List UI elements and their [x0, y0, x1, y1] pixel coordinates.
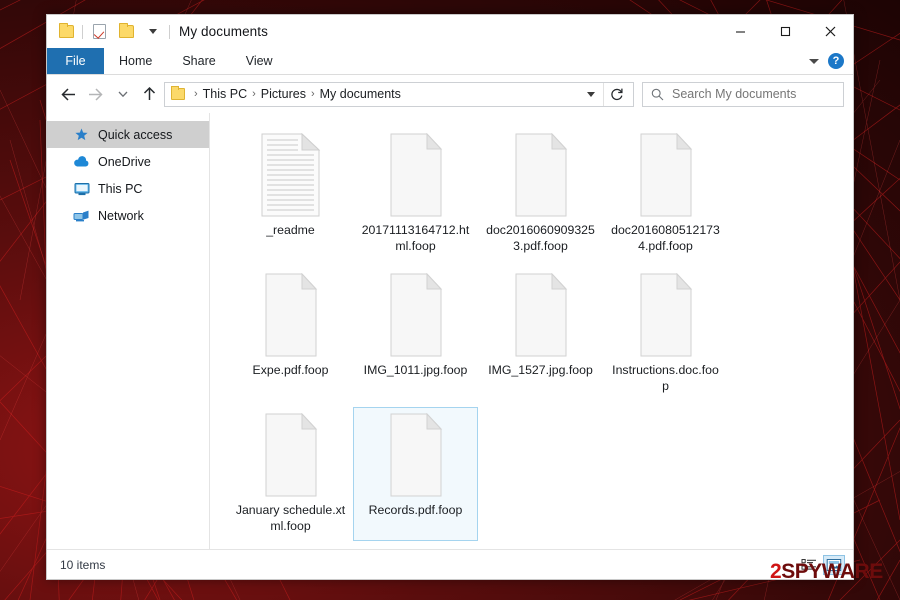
details-view-icon[interactable]: [798, 555, 820, 575]
folder-icon[interactable]: [115, 21, 137, 43]
breadcrumb-dropdown-button[interactable]: [580, 91, 602, 97]
monitor-icon: [73, 180, 90, 197]
search-input[interactable]: Search My documents: [672, 87, 796, 101]
file-explorer-window: My documents File Home Share View ? › Th…: [46, 14, 854, 580]
tab-file[interactable]: File: [47, 48, 104, 74]
file-name-label: Expe.pdf.foop: [252, 363, 329, 377]
blank-document-icon: [633, 272, 699, 357]
close-button[interactable]: [808, 15, 853, 48]
breadcrumb-separator: ›: [194, 88, 198, 100]
file-name-label: _readme: [266, 223, 315, 237]
file-item[interactable]: _readme: [228, 127, 353, 261]
file-item[interactable]: Expe.pdf.foop: [228, 267, 353, 401]
window-title: My documents: [179, 24, 268, 39]
breadcrumb-my-documents[interactable]: My documents: [320, 87, 401, 101]
blank-document-icon: [258, 412, 324, 497]
folder-icon: [171, 86, 185, 100]
recent-locations-chevron-icon[interactable]: [110, 82, 135, 107]
blank-document-icon: [508, 132, 574, 217]
cloud-icon: [73, 153, 90, 170]
blank-document-icon: [633, 132, 699, 217]
sidebar-item-onedrive[interactable]: OneDrive: [47, 148, 209, 175]
sidebar-item-label: This PC: [98, 181, 143, 196]
address-bar: › This PC › Pictures › My documents Sear…: [47, 75, 853, 113]
blank-document-icon: [508, 272, 574, 357]
sidebar-item-label: Quick access: [98, 127, 173, 142]
file-item[interactable]: 20171113164712.html.foop: [353, 127, 478, 261]
file-name-label: January schedule.xtml.foop: [235, 503, 346, 533]
file-item[interactable]: doc20160805121734.pdf.foop: [603, 127, 728, 261]
breadcrumb-separator: ›: [252, 88, 256, 100]
text-document-icon: [258, 132, 324, 217]
star-pin-icon: [73, 126, 90, 143]
chevron-down-icon: [587, 91, 595, 97]
document-check-icon[interactable]: [88, 21, 110, 43]
forward-arrow-icon[interactable]: [83, 82, 108, 107]
breadcrumb-pictures[interactable]: Pictures: [261, 87, 306, 101]
dropdown-caret-icon[interactable]: [142, 21, 164, 43]
search-box[interactable]: Search My documents: [642, 81, 844, 107]
sidebar-item-label: OneDrive: [98, 154, 151, 169]
file-item[interactable]: IMG_1527.jpg.foop: [478, 267, 603, 401]
help-button[interactable]: ?: [828, 53, 844, 69]
file-item[interactable]: Instructions.doc.foop: [603, 267, 728, 401]
blank-document-icon: [383, 132, 449, 217]
ribbon-tab-bar: File Home Share View ?: [47, 48, 853, 75]
file-name-label: Records.pdf.foop: [368, 503, 463, 517]
file-name-label: Instructions.doc.foop: [612, 363, 719, 393]
folder-icon[interactable]: [55, 21, 77, 43]
quick-access-toolbar: [55, 21, 170, 43]
tab-home[interactable]: Home: [104, 48, 167, 74]
file-list-view[interactable]: _readme 20171113164712.html.foop doc2016…: [210, 113, 853, 549]
toolbar-separator: [169, 24, 170, 39]
sidebar-item-quick-access[interactable]: Quick access: [47, 121, 209, 148]
minimize-button[interactable]: [718, 15, 763, 48]
file-name-label: IMG_1527.jpg.foop: [488, 363, 593, 377]
tab-share[interactable]: Share: [167, 48, 230, 74]
maximize-button[interactable]: [763, 15, 808, 48]
item-count-label: 10 items: [60, 557, 106, 572]
tab-view[interactable]: View: [231, 48, 288, 74]
navigation-pane: Quick access OneDrive This PC Network: [47, 113, 210, 549]
breadcrumb-address-field[interactable]: › This PC › Pictures › My documents: [164, 81, 634, 107]
network-icon: [73, 207, 90, 224]
back-arrow-icon[interactable]: [56, 82, 81, 107]
breadcrumb-this-pc[interactable]: This PC: [203, 87, 247, 101]
file-item[interactable]: IMG_1011.jpg.foop: [353, 267, 478, 401]
ribbon-right-controls: ?: [809, 48, 853, 74]
file-name-label: IMG_1011.jpg.foop: [363, 363, 468, 377]
breadcrumb-separator: ›: [310, 88, 315, 100]
file-name-label: 20171113164712.html.foop: [361, 223, 470, 253]
view-toggle-group: [798, 554, 845, 575]
file-item[interactable]: doc20160609093253.pdf.foop: [478, 127, 603, 261]
window-controls: [718, 15, 853, 48]
blank-document-icon: [383, 272, 449, 357]
chevron-down-icon[interactable]: [809, 58, 819, 64]
search-icon: [651, 88, 664, 100]
file-item[interactable]: January schedule.xtml.foop: [228, 407, 353, 541]
file-name-label: doc20160609093253.pdf.foop: [486, 223, 595, 253]
explorer-body: Quick access OneDrive This PC Network _r…: [47, 113, 853, 549]
up-arrow-icon[interactable]: [137, 82, 162, 107]
sidebar-item-this-pc[interactable]: This PC: [47, 175, 209, 202]
file-item-selected[interactable]: Records.pdf.foop: [353, 407, 478, 541]
toolbar-separator: [82, 24, 83, 39]
large-icons-view-icon[interactable]: [823, 554, 845, 575]
sidebar-item-network[interactable]: Network: [47, 202, 209, 229]
refresh-icon: [610, 88, 623, 101]
sidebar-item-label: Network: [98, 208, 144, 223]
title-bar: My documents: [47, 15, 853, 48]
blank-document-icon: [383, 412, 449, 497]
refresh-button[interactable]: [603, 82, 629, 106]
blank-document-icon: [258, 272, 324, 357]
status-bar: 10 items: [47, 549, 853, 579]
file-name-label: doc20160805121734.pdf.foop: [611, 223, 720, 253]
